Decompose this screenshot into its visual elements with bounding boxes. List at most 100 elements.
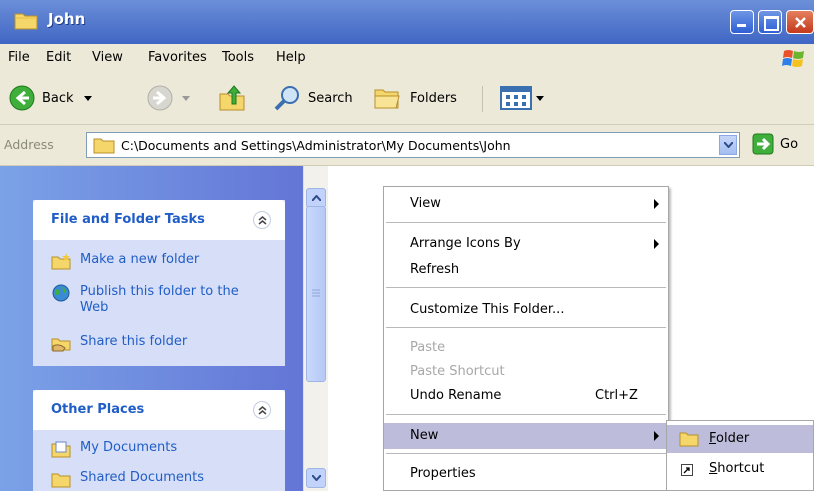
menu-item-customize-folder[interactable]: Customize This Folder... xyxy=(384,297,668,323)
back-label: Back xyxy=(42,90,74,106)
menu-item-refresh[interactable]: Refresh xyxy=(384,257,668,283)
task-pane: File and Folder Tasks Make a new folder … xyxy=(0,166,303,491)
back-button[interactable]: Back xyxy=(8,84,92,112)
menu-separator xyxy=(386,453,666,454)
close-icon xyxy=(795,17,806,28)
new-submenu: Folder Shortcut xyxy=(666,420,814,491)
menu-separator xyxy=(386,222,666,223)
chevron-down-icon xyxy=(724,142,733,148)
share-folder-icon xyxy=(51,338,71,352)
menu-favorites[interactable]: Favorites xyxy=(148,50,207,65)
my-documents-label: My Documents xyxy=(80,440,178,455)
close-button[interactable] xyxy=(786,10,814,34)
collapse-icon[interactable] xyxy=(253,401,271,419)
menu-item-new[interactable]: New xyxy=(384,423,668,449)
shortcut-label-rest: hortcut xyxy=(717,461,765,476)
submenu-arrow-icon xyxy=(654,239,659,249)
menu-item-arrange-icons-by[interactable]: Arrange Icons By xyxy=(384,231,668,257)
folders-button[interactable]: Folders xyxy=(372,84,457,112)
other-places-panel: Other Places My Documents Shared Documen… xyxy=(33,390,285,491)
go-button[interactable]: Go xyxy=(752,133,798,155)
folder-icon xyxy=(93,138,115,154)
menu-tools[interactable]: Tools xyxy=(222,50,254,65)
grip-icon xyxy=(312,289,320,297)
submenu-item-shortcut[interactable]: Shortcut xyxy=(667,455,813,483)
shared-documents-label: Shared Documents xyxy=(80,470,205,485)
shortcut-icon xyxy=(681,464,693,476)
toolbar: Back Search Folders xyxy=(0,72,814,125)
menu-item-view[interactable]: View xyxy=(384,191,668,217)
menu-item-paste: Paste xyxy=(384,335,668,361)
search-icon xyxy=(274,86,299,111)
menu-item-new-label: New xyxy=(410,428,439,443)
make-new-folder-link[interactable]: Make a new folder xyxy=(51,252,199,270)
scroll-thumb[interactable] xyxy=(306,206,326,382)
my-documents-icon xyxy=(51,441,71,458)
menu-separator xyxy=(386,287,666,288)
menu-separator xyxy=(386,414,666,415)
menu-item-undo-label: Undo Rename xyxy=(410,388,502,403)
chevron-down-icon xyxy=(312,475,321,481)
scroll-up-button[interactable] xyxy=(306,188,326,208)
other-places-header[interactable]: Other Places xyxy=(33,390,285,430)
menu-edit[interactable]: Edit xyxy=(46,50,71,65)
new-folder-icon xyxy=(51,253,71,270)
folder-icon xyxy=(14,13,38,30)
address-input[interactable]: C:\Documents and Settings\Administrator\… xyxy=(86,132,740,158)
publish-folder-label: Publish this folder to the Web xyxy=(80,284,239,315)
chevron-up-icon xyxy=(312,195,321,201)
views-icon xyxy=(500,86,532,110)
windows-logo-icon xyxy=(782,50,804,67)
folder-icon xyxy=(679,432,699,447)
make-new-folder-label: Make a new folder xyxy=(80,252,200,267)
menu-item-view-label: View xyxy=(410,196,441,211)
shared-documents-icon xyxy=(51,473,71,488)
folders-label: Folders xyxy=(410,90,457,106)
search-label: Search xyxy=(308,90,353,106)
folders-icon xyxy=(374,89,400,109)
publish-folder-link[interactable]: Publish this folder to the Web xyxy=(51,284,251,316)
menu-item-paste-shortcut: Paste Shortcut xyxy=(384,359,668,385)
scroll-down-button[interactable] xyxy=(306,468,326,488)
collapse-icon[interactable] xyxy=(253,211,271,229)
context-menu: View Arrange Icons By Refresh Customize … xyxy=(383,186,669,491)
address-label: Address xyxy=(4,137,54,152)
menu-item-customize-label: Customize This Folder... xyxy=(410,302,565,317)
submenu-item-folder[interactable]: Folder xyxy=(667,425,813,453)
back-arrow-icon xyxy=(9,85,35,111)
submenu-item-folder-label: Folder xyxy=(709,431,749,446)
minimize-button[interactable] xyxy=(730,10,754,34)
my-documents-link[interactable]: My Documents xyxy=(51,440,177,458)
submenu-item-shortcut-label: Shortcut xyxy=(709,461,764,476)
forward-button[interactable] xyxy=(146,84,190,112)
menu-item-properties[interactable]: Properties xyxy=(384,461,668,487)
address-path: C:\Documents and Settings\Administrator\… xyxy=(121,138,511,153)
minimize-icon xyxy=(737,24,746,27)
menu-file[interactable]: File xyxy=(8,50,30,65)
menu-bar: File Edit View Favorites Tools Help xyxy=(0,44,814,73)
chevron-down-icon xyxy=(182,95,190,101)
up-folder-button[interactable] xyxy=(218,84,248,112)
views-button[interactable] xyxy=(500,84,544,112)
menu-view[interactable]: View xyxy=(92,50,123,65)
task-pane-scrollbar[interactable] xyxy=(303,166,328,491)
maximize-button[interactable] xyxy=(758,10,782,34)
share-folder-link[interactable]: Share this folder xyxy=(51,334,187,352)
search-button[interactable]: Search xyxy=(272,84,353,112)
menu-item-arrange-label: Arrange Icons By xyxy=(410,236,521,251)
menu-item-undo-rename[interactable]: Undo Rename Ctrl+Z xyxy=(384,383,668,409)
file-folder-tasks-header[interactable]: File and Folder Tasks xyxy=(33,200,285,240)
address-dropdown-button[interactable] xyxy=(719,135,737,155)
folder-label-rest: older xyxy=(716,431,750,446)
menu-item-properties-label: Properties xyxy=(410,466,476,481)
shared-documents-link[interactable]: Shared Documents xyxy=(51,470,204,488)
menu-help[interactable]: Help xyxy=(276,50,306,65)
file-folder-tasks-panel: File and Folder Tasks Make a new folder … xyxy=(33,200,285,366)
submenu-arrow-icon xyxy=(654,199,659,209)
toolbar-divider xyxy=(482,86,483,112)
file-folder-tasks-title: File and Folder Tasks xyxy=(51,212,205,227)
go-label: Go xyxy=(780,136,799,152)
share-folder-label: Share this folder xyxy=(80,334,188,349)
globe-icon xyxy=(52,284,70,302)
submenu-arrow-icon xyxy=(654,431,659,441)
